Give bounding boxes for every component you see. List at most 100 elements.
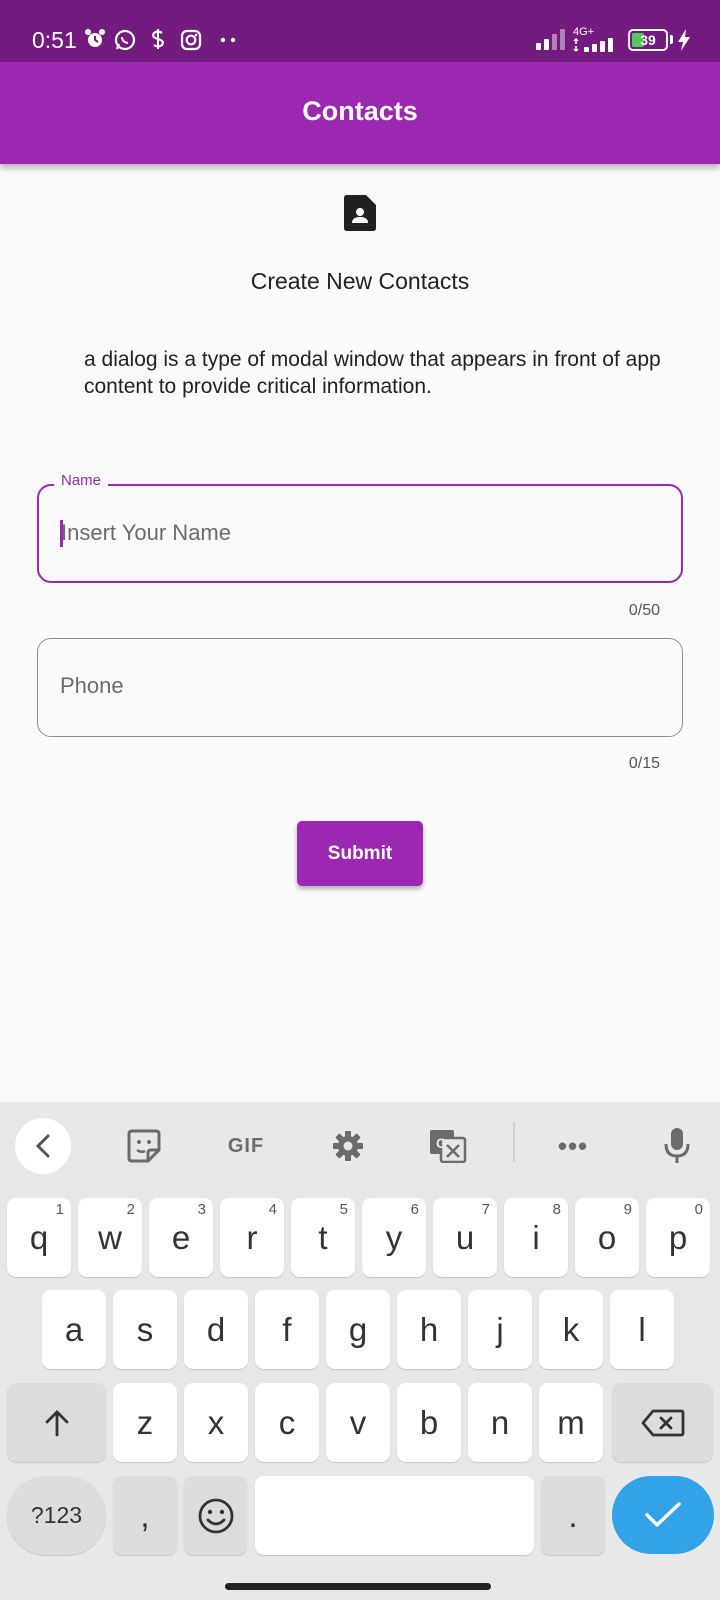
cell-signal-icon xyxy=(573,38,613,52)
backspace-icon xyxy=(641,1409,684,1436)
name-counter: 0/50 xyxy=(628,602,660,619)
status-time: 0:51 xyxy=(32,27,77,53)
key-d-label: d xyxy=(206,1310,226,1348)
key-c-label: c xyxy=(278,1403,296,1441)
backspace-key[interactable] xyxy=(612,1383,713,1462)
key-p-label: p xyxy=(668,1218,688,1256)
whatsapp-icon xyxy=(114,29,136,51)
key-y-label: y xyxy=(385,1218,403,1256)
cash-app-icon xyxy=(152,29,164,49)
svg-text:G: G xyxy=(436,1135,447,1151)
phone-field[interactable] xyxy=(37,638,683,737)
key-j[interactable]: j xyxy=(468,1290,532,1369)
key-c[interactable]: c xyxy=(255,1383,319,1462)
key-r-label: r xyxy=(246,1218,258,1256)
key-z[interactable]: z xyxy=(113,1383,177,1462)
key-n-label: n xyxy=(490,1403,510,1441)
voice-input-button[interactable] xyxy=(662,1124,692,1168)
keyboard-back-button[interactable] xyxy=(15,1118,71,1174)
battery-icon: 39 xyxy=(628,29,668,51)
arrow-up-icon xyxy=(45,1409,68,1436)
key-x-label: x xyxy=(207,1403,225,1441)
key-h[interactable]: h xyxy=(397,1290,461,1369)
key-i-hint: 8 xyxy=(552,1201,561,1218)
key-s-label: s xyxy=(136,1310,154,1348)
description-text: a dialog is a type of modal window that … xyxy=(84,348,661,398)
key-q-hint: 1 xyxy=(55,1201,64,1218)
toolbar-divider xyxy=(513,1122,515,1162)
key-f[interactable]: f xyxy=(255,1290,319,1369)
key-s[interactable]: s xyxy=(113,1290,177,1369)
key-h-label: h xyxy=(419,1310,439,1348)
emoji-key[interactable] xyxy=(184,1476,247,1555)
key-e-label: e xyxy=(171,1218,191,1256)
key-e-hint: 3 xyxy=(197,1201,206,1218)
gear-icon xyxy=(333,1131,363,1161)
phone-input[interactable] xyxy=(60,666,660,706)
enter-key[interactable] xyxy=(612,1476,714,1554)
key-i[interactable]: i8 xyxy=(504,1198,568,1277)
space-key[interactable] xyxy=(255,1476,534,1555)
key-y-hint: 6 xyxy=(410,1201,419,1218)
shift-key[interactable] xyxy=(7,1383,106,1462)
app-title: Contacts xyxy=(302,96,418,126)
navigation-handle xyxy=(225,1583,491,1590)
chevron-left-icon xyxy=(35,1134,50,1158)
submit-button[interactable]: Submit xyxy=(297,821,423,886)
sticker-icon xyxy=(127,1129,161,1163)
network-type: 4G+ xyxy=(573,26,595,38)
alarm-icon xyxy=(85,29,105,47)
microphone-icon xyxy=(664,1128,690,1163)
key-p[interactable]: p0 xyxy=(646,1198,710,1277)
sticker-button[interactable] xyxy=(126,1124,162,1168)
key-n[interactable]: n xyxy=(468,1383,532,1462)
key-e[interactable]: e3 xyxy=(149,1198,213,1277)
translate-icon: G xyxy=(430,1130,467,1163)
key-b-label: b xyxy=(419,1403,439,1441)
key-x[interactable]: x xyxy=(184,1383,248,1462)
key-w-label: w xyxy=(98,1218,122,1256)
key-r-hint: 4 xyxy=(268,1201,277,1218)
charging-icon xyxy=(678,29,690,51)
name-field[interactable]: Name xyxy=(37,472,683,583)
battery-percent: 39 xyxy=(640,32,656,48)
key-v[interactable]: v xyxy=(326,1383,390,1462)
key-t-hint: 5 xyxy=(339,1201,348,1218)
smiley-icon xyxy=(198,1498,233,1533)
key-r[interactable]: r4 xyxy=(220,1198,284,1277)
period-key[interactable]: . xyxy=(541,1476,605,1555)
key-l[interactable]: l xyxy=(610,1290,674,1369)
key-b[interactable]: b xyxy=(397,1383,461,1462)
key-a[interactable]: a xyxy=(42,1290,106,1369)
key-t-label: t xyxy=(318,1218,328,1256)
more-options-button[interactable]: ••• xyxy=(554,1124,592,1168)
more-dots-icon xyxy=(220,37,236,43)
page-heading: Create New Contacts xyxy=(250,268,470,294)
wifi-signal-icon xyxy=(536,29,565,50)
name-input[interactable] xyxy=(61,513,661,553)
symbols-key[interactable]: ?123 xyxy=(7,1476,106,1555)
key-t[interactable]: t5 xyxy=(291,1198,355,1277)
translate-button[interactable]: G xyxy=(428,1124,468,1168)
key-m-label: m xyxy=(557,1403,585,1441)
key-y[interactable]: y6 xyxy=(362,1198,426,1277)
key-w[interactable]: w2 xyxy=(78,1198,142,1277)
gif-button[interactable]: GIF xyxy=(222,1124,270,1168)
keyboard-settings-button[interactable] xyxy=(330,1124,366,1168)
key-m[interactable]: m xyxy=(539,1383,603,1462)
key-q[interactable]: q1 xyxy=(7,1198,71,1277)
phone-counter: 0/15 xyxy=(628,755,660,772)
comma-key[interactable]: , xyxy=(113,1476,177,1555)
battery-nub xyxy=(670,35,673,44)
checkmark-icon xyxy=(645,1502,681,1527)
key-q-label: q xyxy=(29,1218,49,1256)
key-d[interactable]: d xyxy=(184,1290,248,1369)
key-u[interactable]: u7 xyxy=(433,1198,497,1277)
key-g[interactable]: g xyxy=(326,1290,390,1369)
key-u-label: u xyxy=(455,1218,475,1256)
key-k-label: k xyxy=(562,1310,580,1348)
key-k[interactable]: k xyxy=(539,1290,603,1369)
key-o[interactable]: o9 xyxy=(575,1198,639,1277)
key-o-hint: 9 xyxy=(623,1201,632,1218)
key-a-label: a xyxy=(64,1310,84,1348)
